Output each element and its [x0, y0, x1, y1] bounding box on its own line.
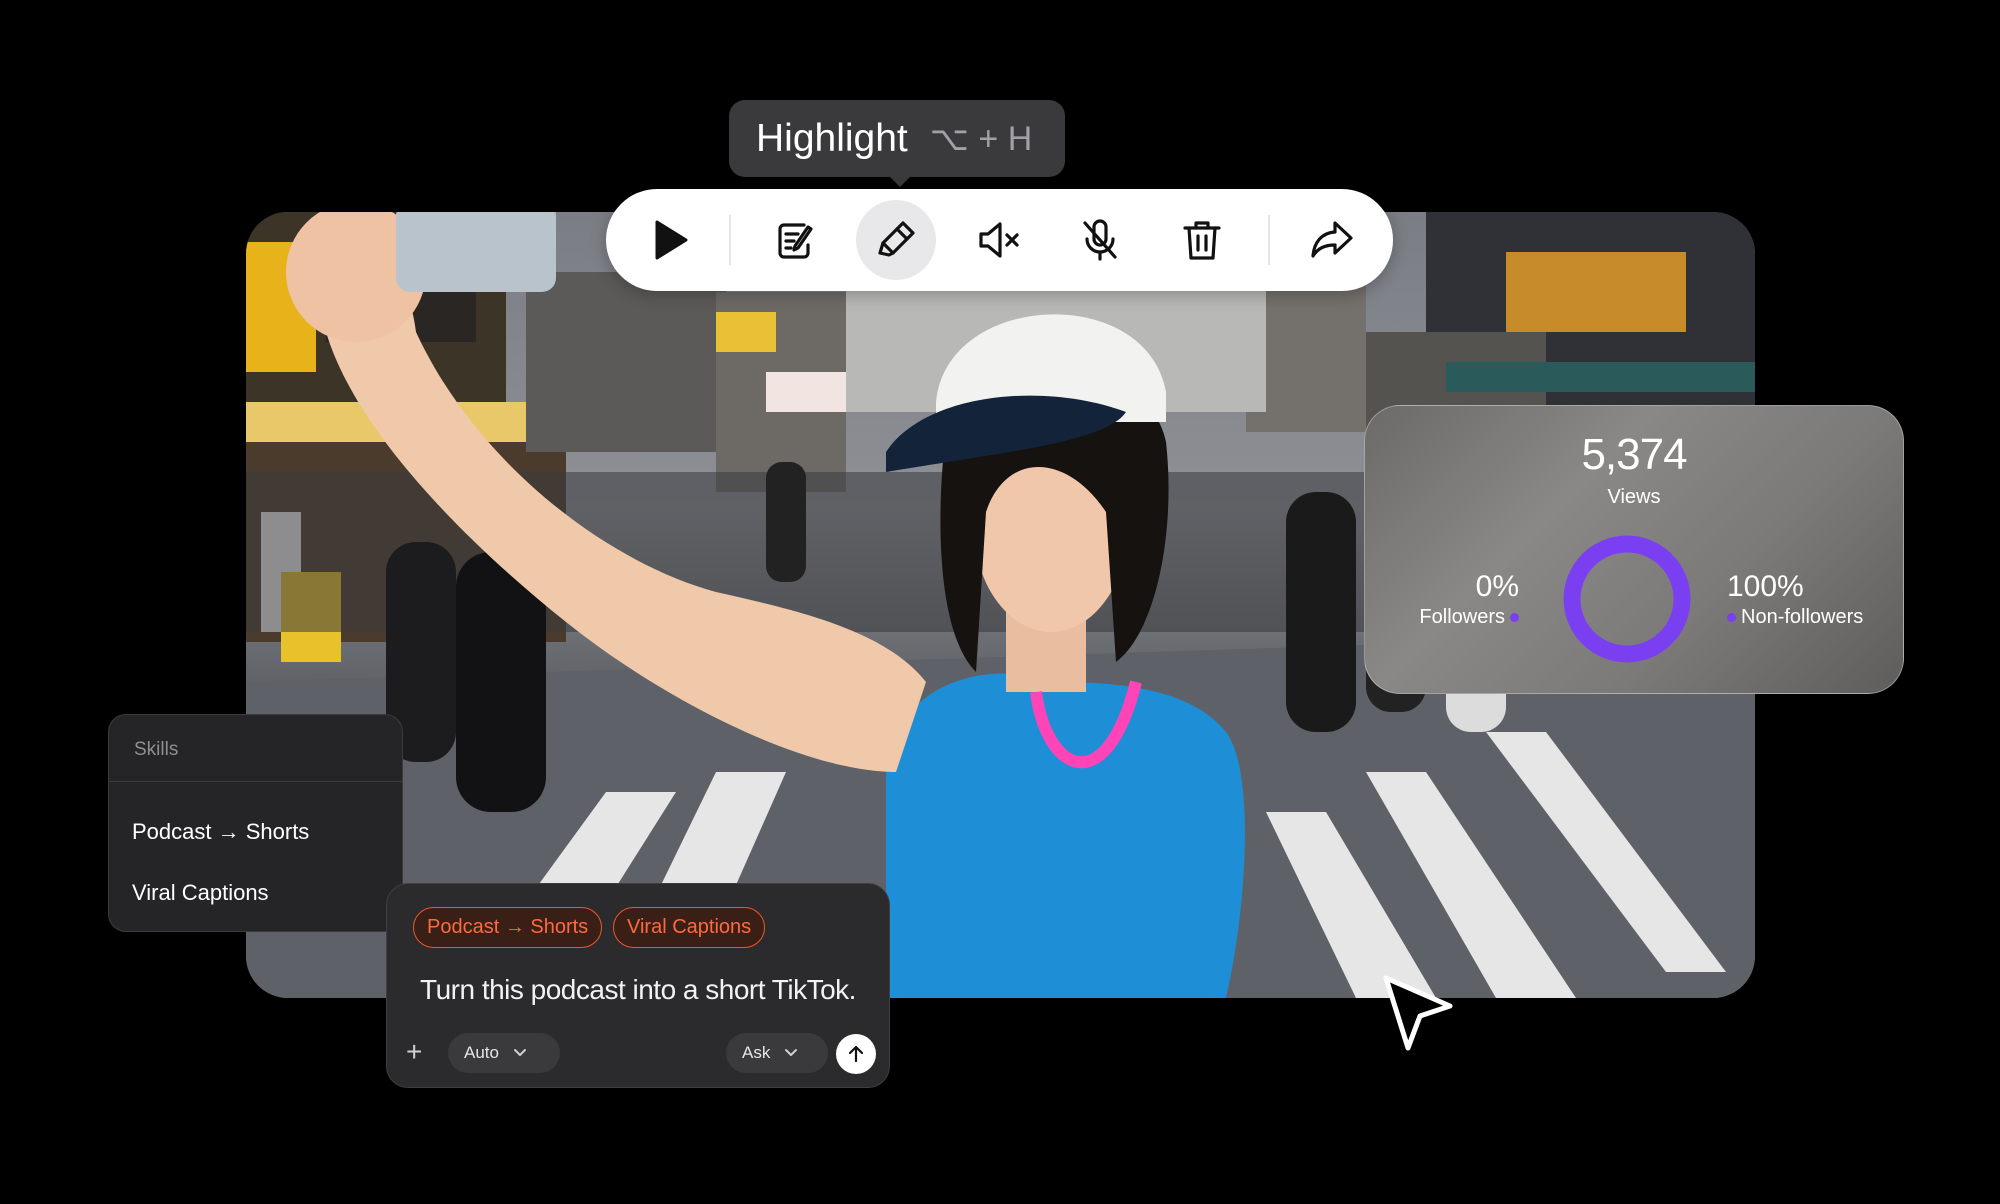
- skills-header: Skills: [134, 739, 179, 760]
- donut-nonfollowers-arc: [1563, 535, 1691, 663]
- nonfollowers-stat: 100% Non-followers: [1727, 570, 1863, 630]
- share-forward-icon: [1311, 221, 1353, 258]
- plus-icon: +: [406, 1036, 423, 1067]
- trash-icon: [1183, 221, 1221, 260]
- audience-donut-chart: [1563, 535, 1691, 663]
- action-select-value: Ask: [742, 1043, 771, 1062]
- arrow-up-icon: [848, 1045, 864, 1063]
- mute-audio-button[interactable]: [958, 200, 1038, 280]
- skill-chip-viral-captions[interactable]: Viral Captions: [613, 907, 766, 948]
- mouse-pointer-icon: [1383, 975, 1453, 1051]
- views-label: Views: [1607, 486, 1661, 508]
- followers-legend-dot: [1510, 612, 1519, 622]
- mute-mic-button[interactable]: [1060, 200, 1140, 280]
- prompt-composer: Podcast → Shorts Viral Captions Turn thi…: [386, 883, 890, 1088]
- action-select[interactable]: Ask: [726, 1033, 828, 1073]
- nonfollowers-percent: 100%: [1727, 570, 1804, 603]
- share-button[interactable]: [1292, 200, 1372, 280]
- skills-divider: [109, 781, 402, 782]
- followers-percent: 0%: [1475, 570, 1519, 603]
- send-button[interactable]: [836, 1034, 876, 1074]
- nonfollowers-legend-dot: [1727, 612, 1736, 622]
- mode-select[interactable]: Auto: [448, 1033, 560, 1073]
- skill-chip-podcast-shorts[interactable]: Podcast → Shorts: [413, 907, 603, 948]
- audience-stats-panel: 5,374 Views 0% Followers 100% Non-follow…: [1364, 405, 1904, 694]
- editor-toolbar: [606, 189, 1393, 291]
- microphone-off-icon: [1083, 219, 1117, 261]
- prompt-input[interactable]: Turn this podcast into a short TikTok.: [420, 974, 856, 1006]
- play-button[interactable]: [630, 200, 710, 280]
- add-attachment-button[interactable]: +: [406, 1038, 422, 1066]
- mode-select-value: Auto: [464, 1043, 499, 1062]
- tooltip-label: Highlight: [756, 116, 908, 160]
- skills-menu: Skills Podcast → Shorts Viral Captions: [108, 714, 403, 932]
- play-icon: [655, 220, 688, 260]
- edit-notes-icon: [778, 223, 813, 259]
- chevron-down-icon: [785, 1049, 798, 1056]
- followers-label: Followers: [1419, 606, 1505, 628]
- highlight-button[interactable]: [856, 200, 936, 280]
- speaker-mute-icon: [979, 222, 1019, 258]
- nonfollowers-label: Non-followers: [1741, 606, 1864, 628]
- views-count: 5,374: [1581, 430, 1687, 479]
- highlight-tooltip: Highlight ⌥ + H: [729, 100, 1065, 187]
- skill-item-viral-captions[interactable]: Viral Captions: [132, 880, 269, 906]
- tooltip-shortcut: ⌥ + H: [929, 119, 1033, 158]
- edit-notes-button[interactable]: [755, 200, 835, 280]
- chevron-down-icon: [513, 1049, 526, 1056]
- followers-stat: 0% Followers: [1419, 570, 1519, 630]
- delete-button[interactable]: [1162, 200, 1242, 280]
- highlighter-icon: [878, 221, 915, 257]
- skill-item-podcast-shorts[interactable]: Podcast → Shorts: [132, 819, 309, 845]
